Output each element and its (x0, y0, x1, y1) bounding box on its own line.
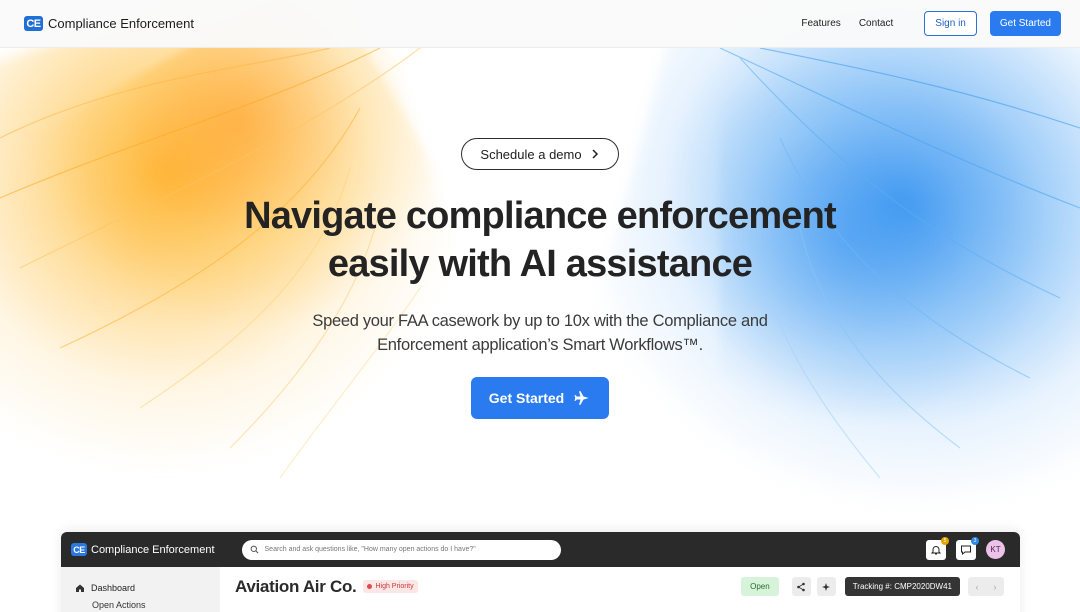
app-body: Dashboard Open Actions Aviation Air Co. … (61, 567, 1020, 612)
case-pager: ‹ › (968, 577, 1004, 596)
header-get-started-button[interactable]: Get Started (989, 11, 1061, 36)
logo-text: Compliance Enforcement (48, 16, 194, 31)
schedule-demo-label: Schedule a demo (480, 146, 582, 162)
sparkle-icon (822, 582, 831, 591)
pager-next-button[interactable]: › (986, 582, 1004, 592)
tracking-number: Tracking #: CMP2020DW41 (844, 577, 960, 596)
logo-badge: CE (24, 16, 43, 31)
chat-icon (961, 545, 971, 555)
airplane-icon (574, 391, 589, 405)
app-logo-badge: CE (71, 543, 87, 556)
priority-dot-icon (367, 584, 373, 589)
home-icon (76, 584, 84, 592)
search-placeholder: Search and ask questions like, "How many… (264, 546, 476, 553)
headline-line-1: Navigate compliance enforcement (244, 195, 837, 237)
user-avatar[interactable]: KT (986, 540, 1005, 559)
app-sidebar: Dashboard Open Actions (61, 567, 220, 612)
hero-subheadline: Speed your FAA casework by up to 10x wit… (240, 309, 840, 357)
subline-line-1: Speed your FAA casework by up to 10x wit… (312, 312, 768, 330)
chevron-right-icon (592, 149, 598, 159)
nav-link-contact[interactable]: Contact (859, 18, 893, 29)
sidebar-item-dashboard[interactable]: Dashboard (75, 581, 220, 595)
hero-headline: Navigate compliance enforcement easily w… (140, 192, 940, 288)
nav-links: Features Contact Sign in Get Started (801, 11, 1061, 36)
share-icon (797, 582, 806, 591)
messages-button[interactable]: 3 (956, 536, 979, 560)
priority-label: High Priority (375, 583, 414, 590)
subline-line-2: Enforcement application’s Smart Workflow… (377, 336, 703, 354)
headline-line-2: easily with AI assistance (327, 243, 753, 285)
app-main-content: Aviation Air Co. High Priority Open Trac… (220, 567, 1020, 612)
sidebar-label-dashboard: Dashboard (91, 583, 136, 593)
app-logo: CE Compliance Enforcement (71, 543, 215, 556)
search-icon (250, 545, 258, 554)
brand-logo[interactable]: CE Compliance Enforcement (24, 16, 194, 31)
top-navigation-bar: CE Compliance Enforcement Features Conta… (0, 0, 1080, 48)
pager-prev-button[interactable]: ‹ (968, 582, 986, 592)
share-button[interactable] (791, 577, 811, 596)
sign-in-button[interactable]: Sign in (924, 11, 977, 36)
app-top-icons: 5 3 KT (926, 536, 1005, 560)
nav-link-features[interactable]: Features (801, 18, 840, 29)
notifications-button[interactable]: 5 (926, 536, 949, 560)
priority-badge: High Priority (363, 580, 418, 593)
case-actions: Open Tracking #: CMP2020DW41 ‹ › (741, 577, 1004, 596)
ai-assist-button[interactable] (816, 577, 836, 596)
status-badge: Open (741, 577, 779, 596)
notification-count-badge: 5 (941, 536, 949, 545)
blue-swirl-background (565, 0, 1080, 580)
app-logo-text: Compliance Enforcement (91, 543, 215, 556)
schedule-demo-button[interactable]: Schedule a demo (461, 138, 619, 170)
app-top-bar: CE Compliance Enforcement Search and ask… (61, 532, 1020, 567)
cta-label: Get Started (488, 390, 565, 406)
sidebar-item-open-actions[interactable]: Open Actions (92, 600, 220, 610)
hero-get-started-button[interactable]: Get Started (471, 377, 609, 419)
company-title: Aviation Air Co. (235, 577, 357, 596)
app-search-input[interactable]: Search and ask questions like, "How many… (241, 539, 561, 560)
bell-icon (930, 545, 942, 554)
app-preview-window: CE Compliance Enforcement Search and ask… (61, 532, 1020, 612)
message-count-badge: 3 (971, 536, 979, 545)
